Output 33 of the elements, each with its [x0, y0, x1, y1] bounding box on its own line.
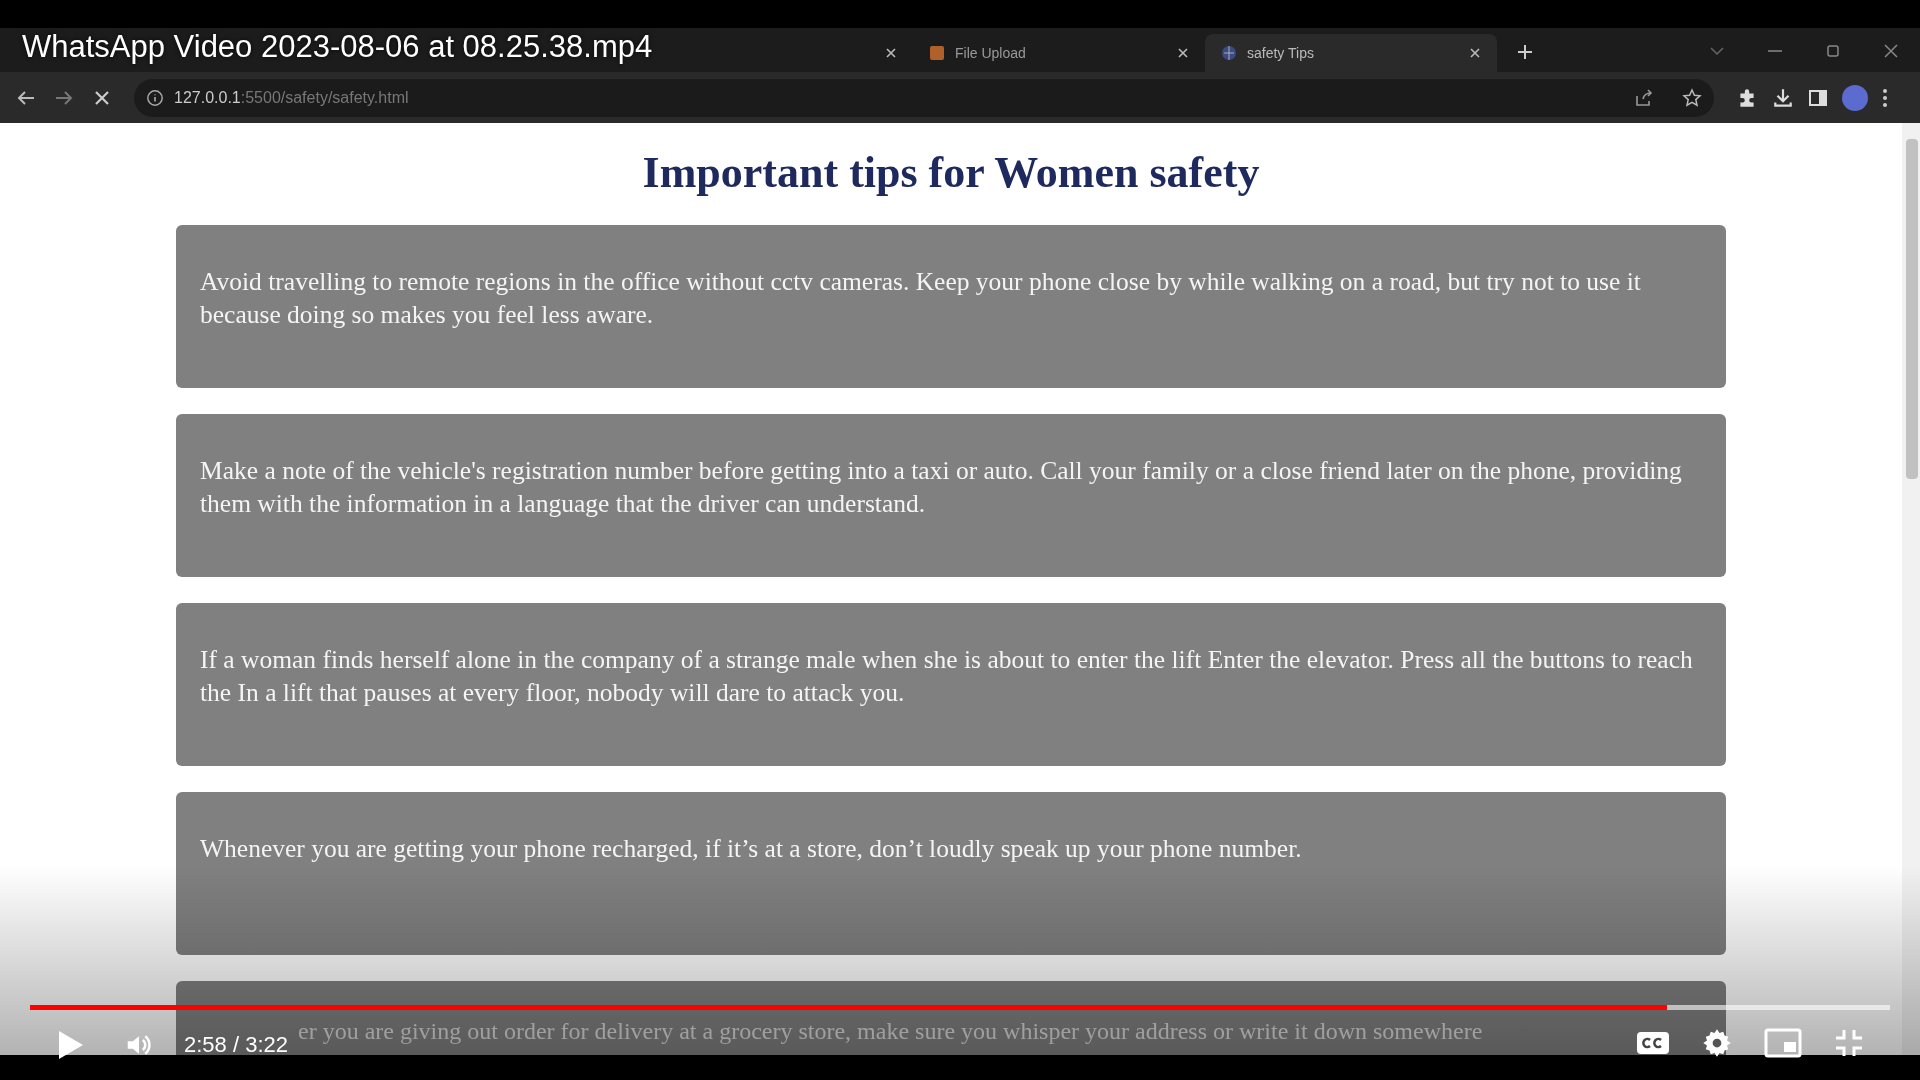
settings-icon[interactable] — [1702, 1028, 1732, 1058]
side-panel-icon[interactable] — [1808, 87, 1828, 108]
captions-icon[interactable] — [1636, 1030, 1670, 1056]
play-icon[interactable] — [56, 1028, 84, 1061]
tab-search-icon[interactable] — [1710, 46, 1724, 56]
star-icon[interactable] — [1682, 87, 1702, 108]
tip-text: Whenever you are getting your phone recharged, if it’s at a store, don’t loudly speak up your phone number. — [200, 833, 1303, 865]
video-title: WhatsApp Video 2023-08-06 at 08.25.38.mp4 — [22, 28, 653, 66]
restore-icon[interactable] — [1826, 44, 1840, 58]
tip-text: er you are giving out order for delivery at a grocery store, make sure you whisper your address or write it down somewhere — [298, 1017, 1483, 1046]
download-icon[interactable] — [1772, 86, 1794, 109]
page-heading: Important tips for Women safety — [642, 147, 1260, 199]
tip-text: Make a note of the vehicle's registration number before getting into a taxi or auto. Call your family or a close friend later on the phone, providing them with the information in a language that the driver can understand. — [200, 455, 1683, 520]
miniplayer-icon[interactable] — [1764, 1028, 1802, 1058]
tip-text: If a woman finds herself alone in the company of a strange male when she is about to enter the lift Enter the elevator. Press all the buttons to reach the In a lift that pauses at every floor, nobody will dare to attack you. — [200, 644, 1694, 709]
exit-fullscreen-icon[interactable] — [1834, 1028, 1864, 1058]
close-icon[interactable] — [1469, 47, 1481, 59]
url-text: 127.0.0.1:5500/safety/safety.html — [174, 87, 409, 108]
globe-icon — [1221, 45, 1237, 61]
info-icon — [146, 88, 164, 107]
time-display: 2:58 / 3:22 — [184, 1031, 288, 1059]
tip-text: Avoid travelling to remote regions in the office without cctv cameras. Keep your phone close by while walking on a road, but try not to use it because doing so makes you feel less aware. — [200, 266, 1642, 331]
new-tab-icon[interactable] — [1517, 44, 1533, 60]
tab-favicon-icon — [929, 45, 945, 61]
address-bar[interactable]: 127.0.0.1:5500/safety/safety.html — [134, 78, 1714, 117]
close-icon[interactable] — [885, 47, 897, 59]
close-window-icon[interactable] — [1884, 44, 1898, 58]
profile-avatar[interactable] — [1842, 84, 1868, 111]
scrollbar[interactable] — [1902, 123, 1920, 1055]
menu-icon[interactable] — [1882, 87, 1888, 108]
close-icon[interactable] — [1177, 47, 1189, 59]
share-icon[interactable] — [1634, 87, 1654, 108]
browser-tab[interactable]: safety Tips — [1205, 34, 1497, 72]
